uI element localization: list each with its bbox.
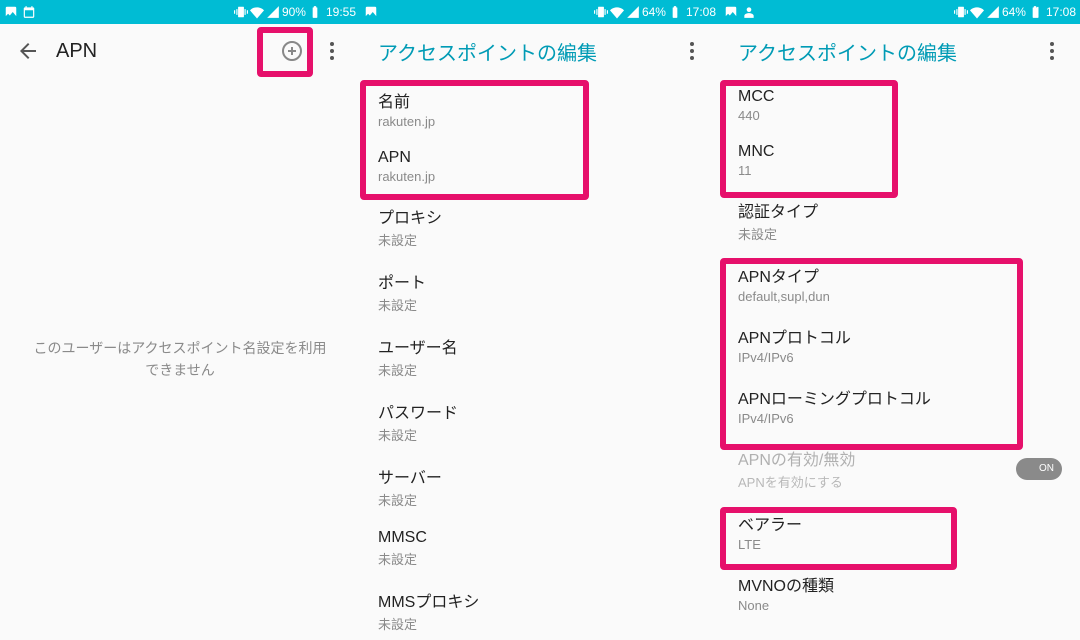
signal-icon bbox=[986, 5, 1000, 19]
clock: 17:08 bbox=[1046, 5, 1076, 19]
page-title: アクセスポイントの編集 bbox=[728, 37, 1032, 66]
field-mcc[interactable]: MCC440 bbox=[720, 78, 1080, 133]
field-server[interactable]: サーバー未設定 bbox=[360, 454, 720, 519]
signal-icon bbox=[626, 5, 640, 19]
screen-apn-list: 90% 19:55 APN このユーザーはアクセスポイント名設定を利用 できませ… bbox=[0, 0, 360, 640]
field-port[interactable]: ポート未設定 bbox=[360, 259, 720, 324]
picture-icon bbox=[4, 5, 18, 19]
settings-list: 名前rakuten.jp APNrakuten.jp プロキシ未設定 ポート未設… bbox=[360, 78, 720, 640]
status-bar: 90% 19:55 bbox=[0, 0, 360, 24]
calendar-icon bbox=[22, 5, 36, 19]
wifi-icon bbox=[970, 5, 984, 19]
field-apn-type[interactable]: APNタイプdefault,supl,dun bbox=[720, 253, 1080, 314]
overflow-menu[interactable] bbox=[672, 31, 712, 71]
empty-state-message: このユーザーはアクセスポイント名設定を利用 できません bbox=[0, 78, 360, 640]
status-bar: 64% 17:08 bbox=[720, 0, 1080, 24]
page-title: アクセスポイントの編集 bbox=[368, 37, 672, 66]
picture-icon bbox=[364, 5, 378, 19]
overflow-menu[interactable] bbox=[1032, 31, 1072, 71]
add-apn-button[interactable] bbox=[272, 31, 312, 71]
field-mnc[interactable]: MNC11 bbox=[720, 133, 1080, 188]
person-icon bbox=[742, 5, 756, 19]
wifi-icon bbox=[610, 5, 624, 19]
picture-icon bbox=[724, 5, 738, 19]
field-apn[interactable]: APNrakuten.jp bbox=[360, 139, 720, 194]
battery-icon bbox=[668, 5, 682, 19]
back-button[interactable] bbox=[8, 31, 48, 71]
signal-icon bbox=[266, 5, 280, 19]
field-password[interactable]: パスワード未設定 bbox=[360, 389, 720, 454]
field-apn-roaming-protocol[interactable]: APNローミングプロトコルIPv4/IPv6 bbox=[720, 375, 1080, 436]
field-mvno-type[interactable]: MVNOの種類None bbox=[720, 562, 1080, 623]
apn-enable-switch[interactable]: ON bbox=[1016, 458, 1062, 480]
appbar: APN bbox=[0, 24, 360, 78]
screen-edit-apn-1: 64% 17:08 アクセスポイントの編集 名前rakuten.jp APNra… bbox=[360, 0, 720, 640]
field-apn-protocol[interactable]: APNプロトコルIPv4/IPv6 bbox=[720, 314, 1080, 375]
vibrate-icon bbox=[594, 5, 608, 19]
field-mmsc[interactable]: MMSC未設定 bbox=[360, 519, 720, 578]
field-proxy[interactable]: プロキシ未設定 bbox=[360, 194, 720, 259]
screen-edit-apn-2: 64% 17:08 アクセスポイントの編集 MCC440 MNC11 認証タイプ… bbox=[720, 0, 1080, 640]
field-bearer[interactable]: ベアラーLTE bbox=[720, 501, 1080, 562]
battery-pct: 64% bbox=[642, 5, 666, 19]
field-username[interactable]: ユーザー名未設定 bbox=[360, 324, 720, 389]
clock: 17:08 bbox=[686, 5, 716, 19]
vibrate-icon bbox=[954, 5, 968, 19]
battery-icon bbox=[1028, 5, 1042, 19]
settings-list: MCC440 MNC11 認証タイプ未設定 APNタイプdefault,supl… bbox=[720, 78, 1080, 640]
battery-pct: 64% bbox=[1002, 5, 1026, 19]
page-title: APN bbox=[48, 40, 272, 63]
appbar: アクセスポイントの編集 bbox=[360, 24, 720, 78]
field-name[interactable]: 名前rakuten.jp bbox=[360, 78, 720, 139]
field-apn-enable[interactable]: APNの有効/無効 APNを有効にする ON bbox=[720, 436, 1080, 501]
field-auth-type[interactable]: 認証タイプ未設定 bbox=[720, 188, 1080, 253]
content: このユーザーはアクセスポイント名設定を利用 できません bbox=[0, 78, 360, 640]
overflow-menu[interactable] bbox=[312, 31, 352, 71]
vibrate-icon bbox=[234, 5, 248, 19]
field-mms-proxy[interactable]: MMSプロキシ未設定 bbox=[360, 578, 720, 640]
battery-pct: 90% bbox=[282, 5, 306, 19]
clock: 19:55 bbox=[326, 5, 356, 19]
status-bar: 64% 17:08 bbox=[360, 0, 720, 24]
wifi-icon bbox=[250, 5, 264, 19]
appbar: アクセスポイントの編集 bbox=[720, 24, 1080, 78]
battery-icon bbox=[308, 5, 322, 19]
